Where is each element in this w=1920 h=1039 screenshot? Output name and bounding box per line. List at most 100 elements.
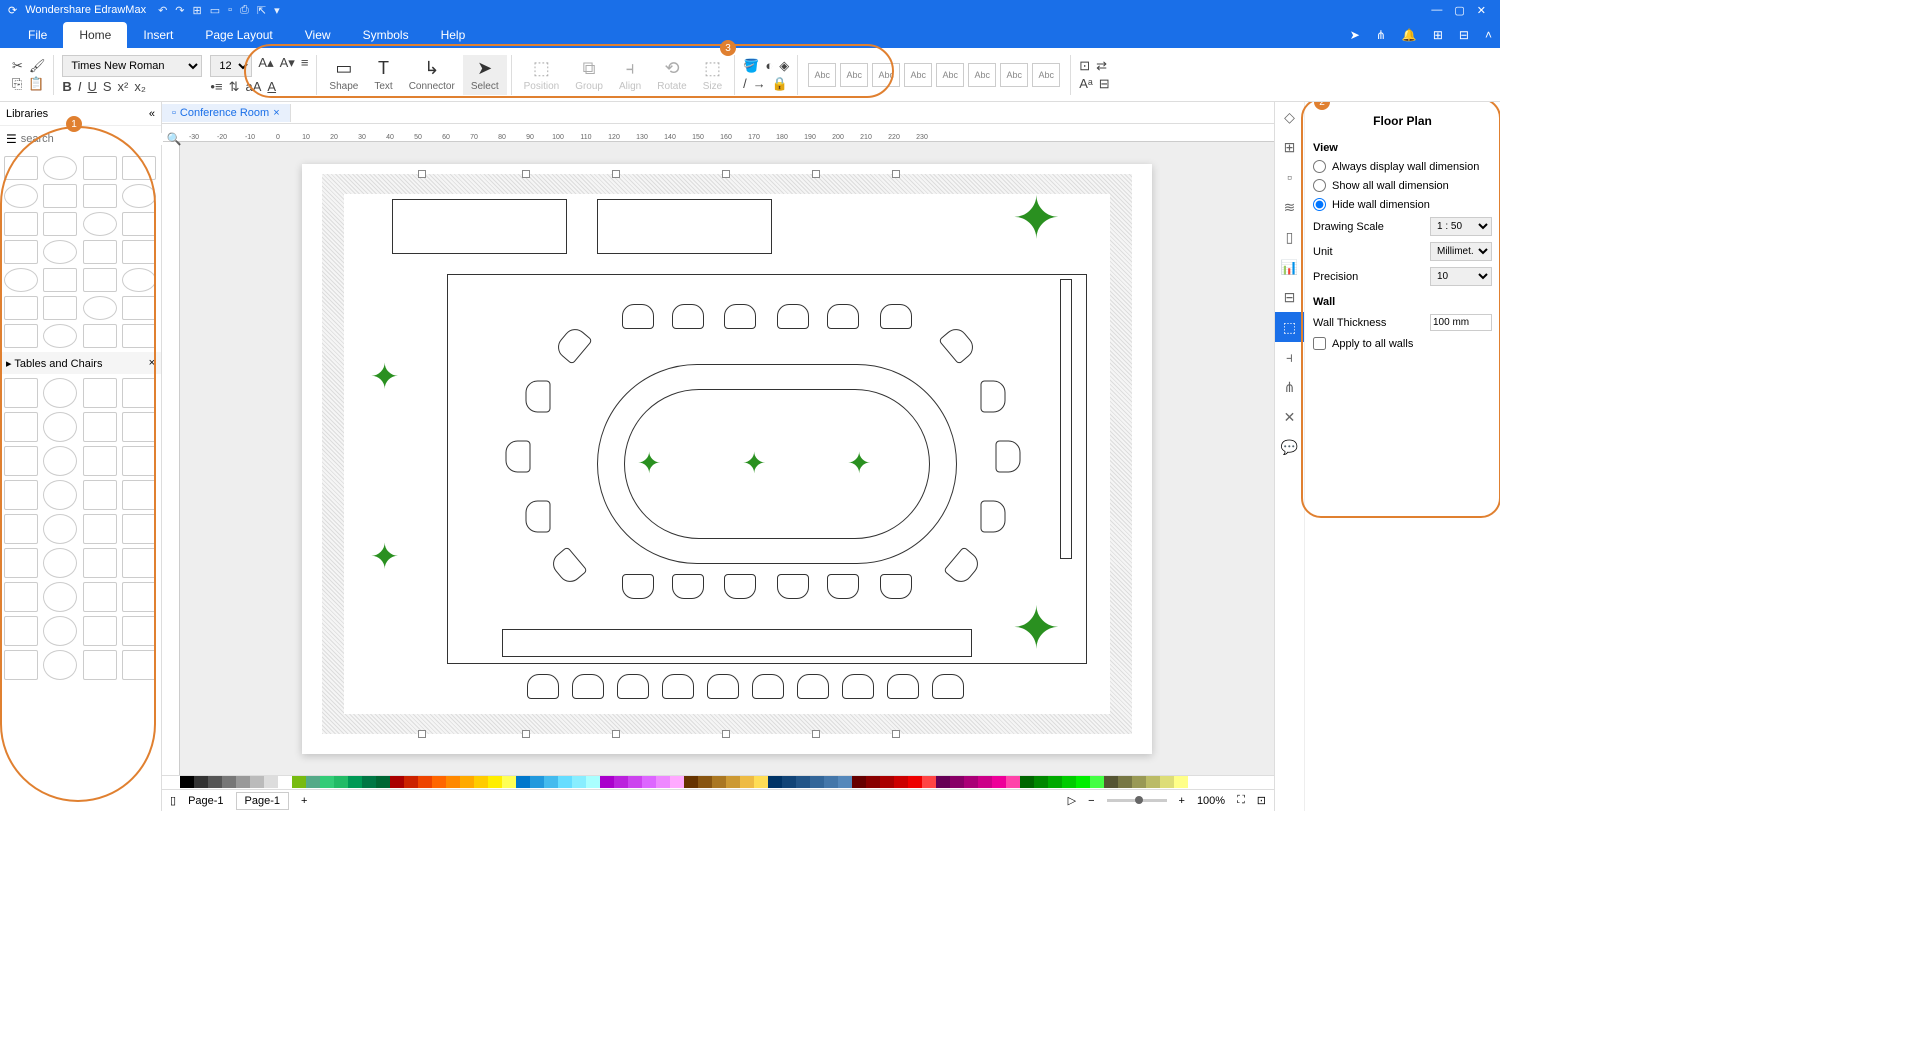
chair[interactable] [672, 574, 704, 599]
color-swatch[interactable] [264, 776, 278, 788]
connector-tool[interactable]: ↳Connector [401, 55, 463, 95]
style-preset[interactable]: Abc [936, 63, 964, 87]
undo-button[interactable]: ↶ [158, 4, 167, 17]
tab-floorplan[interactable]: ⬚ [1275, 312, 1304, 342]
color-swatch[interactable] [726, 776, 740, 788]
shape-stencil[interactable] [4, 616, 38, 646]
conference-table-inner[interactable] [624, 389, 930, 539]
shape-stencil[interactable] [4, 650, 38, 680]
group-tool[interactable]: ⧉Group [567, 55, 611, 95]
radio-show-all-dimension[interactable] [1313, 179, 1326, 192]
apply-all-walls-checkbox[interactable] [1313, 337, 1326, 350]
style-preset[interactable]: Abc [808, 63, 836, 87]
color-swatch[interactable] [1020, 776, 1034, 788]
shape-stencil[interactable] [83, 582, 117, 612]
color-swatch[interactable] [936, 776, 950, 788]
canvas[interactable] [180, 142, 1274, 775]
search-input[interactable] [21, 133, 163, 145]
menu-symbols[interactable]: Symbols [347, 22, 425, 48]
color-swatch[interactable] [236, 776, 250, 788]
shape-stencil[interactable] [122, 480, 156, 510]
collapse-libraries-icon[interactable]: « [149, 108, 155, 120]
shape-stencil[interactable] [122, 446, 156, 476]
shape-stencil[interactable] [43, 184, 77, 208]
color-swatch[interactable] [656, 776, 670, 788]
chair[interactable] [622, 574, 654, 599]
radio-always-dimension[interactable] [1313, 160, 1326, 173]
color-swatch[interactable] [684, 776, 698, 788]
bold-icon[interactable]: B [62, 79, 71, 94]
color-swatch[interactable] [922, 776, 936, 788]
plant[interactable] [742, 451, 772, 481]
shape-tool[interactable]: ▭Shape [321, 55, 366, 95]
bullet-list-icon[interactable]: •≡ [210, 79, 222, 95]
color-swatch[interactable] [838, 776, 852, 788]
shape-stencil[interactable] [122, 582, 156, 612]
rotate-tool[interactable]: ⟲Rotate [649, 55, 694, 95]
shape-stencil[interactable] [4, 268, 38, 292]
shape-stencil[interactable] [4, 212, 38, 236]
color-swatch[interactable] [292, 776, 306, 788]
zoom-in-button[interactable]: + [1179, 795, 1185, 807]
color-swatch[interactable] [852, 776, 866, 788]
color-swatch[interactable] [670, 776, 684, 788]
shape-stencil[interactable] [122, 212, 156, 236]
share-icon[interactable]: ⋔ [1376, 28, 1386, 42]
color-swatch[interactable] [376, 776, 390, 788]
color-swatch[interactable] [306, 776, 320, 788]
shape-stencil[interactable] [4, 480, 38, 510]
wall-thickness-input[interactable] [1430, 314, 1492, 331]
collapse-ribbon-icon[interactable]: ˄ [1485, 28, 1492, 42]
color-swatch[interactable] [362, 776, 376, 788]
shape-stencil[interactable] [83, 324, 117, 348]
style-preset[interactable]: Abc [904, 63, 932, 87]
chair[interactable] [887, 674, 919, 699]
color-swatch[interactable] [614, 776, 628, 788]
shape-stencil[interactable] [83, 240, 117, 264]
italic-icon[interactable]: I [78, 79, 82, 94]
shape-stencil[interactable] [4, 412, 38, 442]
color-swatch[interactable] [768, 776, 782, 788]
shape-stencil[interactable] [83, 514, 117, 544]
chair[interactable] [842, 674, 874, 699]
shape-stencil[interactable] [122, 650, 156, 680]
more-icon[interactable]: ⊟ [1099, 76, 1110, 92]
style-preset[interactable]: Abc [872, 63, 900, 87]
color-swatch[interactable] [880, 776, 894, 788]
style-preset[interactable]: Abc [1000, 63, 1028, 87]
color-swatch[interactable] [992, 776, 1006, 788]
menu-view[interactable]: View [289, 22, 347, 48]
shape-stencil[interactable] [83, 378, 117, 408]
select-tool[interactable]: ➤Select [463, 55, 507, 95]
shape-stencil[interactable] [83, 650, 117, 680]
plant[interactable] [637, 451, 667, 481]
color-swatch[interactable] [642, 776, 656, 788]
fullscreen-icon[interactable]: ⊡ [1257, 794, 1266, 807]
chair[interactable] [724, 574, 756, 599]
shape-stencil[interactable] [43, 650, 77, 680]
shape-stencil[interactable] [83, 480, 117, 510]
font-color-icon[interactable]: A [267, 79, 276, 95]
shape-stencil[interactable] [43, 616, 77, 646]
page-nav-icon[interactable]: ▯ [170, 794, 176, 807]
scale-select[interactable]: 1 : 50 [1430, 217, 1492, 236]
zoom-out-button[interactable]: − [1088, 795, 1094, 807]
color-swatch[interactable] [1048, 776, 1062, 788]
projection-screen[interactable] [1060, 279, 1072, 559]
notification-icon[interactable]: 🔔 [1402, 28, 1417, 42]
color-swatch[interactable] [1034, 776, 1048, 788]
color-swatch[interactable] [516, 776, 530, 788]
color-swatch[interactable] [390, 776, 404, 788]
style-preset[interactable]: Abc [1032, 63, 1060, 87]
tab-comment[interactable]: 💬 [1275, 432, 1304, 462]
color-swatch[interactable] [754, 776, 768, 788]
plant[interactable] [1012, 604, 1092, 684]
position-tool[interactable]: ⬚Position [516, 55, 568, 95]
qa-save-icon[interactable]: ▫ [228, 4, 232, 16]
shape-stencil[interactable] [43, 582, 77, 612]
color-swatch[interactable] [1146, 776, 1160, 788]
shape-stencil[interactable] [122, 184, 156, 208]
color-swatch[interactable] [866, 776, 880, 788]
maximize-button[interactable]: ▢ [1454, 4, 1464, 17]
color-swatch[interactable] [194, 776, 208, 788]
